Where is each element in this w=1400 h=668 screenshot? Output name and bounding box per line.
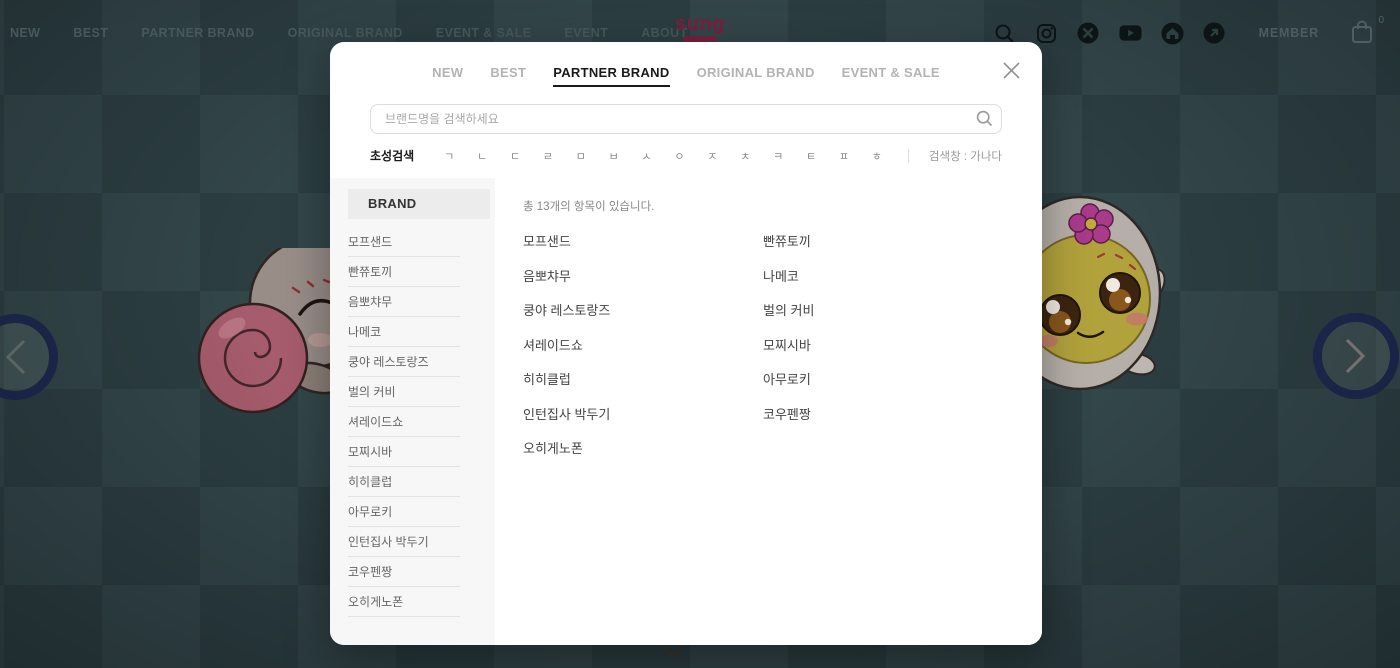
site-logo[interactable]: sung [675,14,725,43]
brand-link-9[interactable]: 히히클럽 [523,369,763,404]
nav-item-partner-brand[interactable]: PARTNER BRAND [141,26,254,40]
chosung-key-12[interactable]: ㅌ [806,148,816,164]
cart-count-badge: 0 [1378,15,1384,26]
chosung-key-10[interactable]: ㅊ [740,148,750,164]
chosung-key-7[interactable]: ㅅ [642,148,652,164]
shopping-bag-icon [1350,19,1374,45]
sidebar-title: BRAND [348,189,490,219]
brand-link-10[interactable]: 아무로키 [763,369,1042,404]
chosung-key-8[interactable]: ㅇ [674,148,684,164]
chosung-search-row: 초성검색 ㄱ ㄴ ㄷ ㄹ ㅁ ㅂ ㅅ ㅇ ㅈ ㅊ ㅋ ㅌ ㅍ ㅎ 검색창 : 가나다 [370,147,1002,164]
chosung-key-3[interactable]: ㄷ [510,148,520,164]
chosung-key-5[interactable]: ㅁ [576,148,586,164]
chosung-key-9[interactable]: ㅈ [707,148,717,164]
brand-grid: 모프샌드빤쮸토끼음뽀챠무나메코쿵야 레스토랑즈벌의 커비셔레이드쇼모찌시바히히클… [523,231,1042,473]
chosung-key-11[interactable]: ㅋ [773,148,783,164]
search-icon [976,110,993,127]
nav-item-event-sale[interactable]: EVENT & SALE [436,26,532,40]
x-twitter-icon[interactable] [1077,22,1100,45]
sidebar-brand-item-1[interactable]: 모프샌드 [348,227,460,257]
chosung-search-label: 초성검색 [370,147,414,164]
search-submit-button[interactable] [976,110,993,132]
sidebar-brand-item-9[interactable]: 히히클럽 [348,467,460,497]
modal-tab-best[interactable]: BEST [490,65,526,87]
brand-search-bar [370,104,1002,134]
result-count-text: 총 13개의 항목이 있습니다. [523,198,1042,214]
modal-close-button[interactable] [1000,59,1022,81]
sidebar-brand-item-4[interactable]: 나메코 [348,317,460,347]
flower-icon [1069,204,1113,244]
chosung-key-1[interactable]: ㄱ [444,148,454,164]
chosung-key-2[interactable]: ㄴ [477,148,487,164]
sidebar-brand-item-11[interactable]: 인턴집사 박두기 [348,527,460,557]
brand-link-4[interactable]: 나메코 [763,266,1042,301]
chosung-divider [908,149,909,163]
chevron-right-icon [1343,336,1369,376]
nav-utility-area: MEMBER 0 [993,0,1376,66]
sidebar-brand-item-5[interactable]: 쿵야 레스토랑즈 [348,347,460,377]
cart-button[interactable]: 0 [1350,19,1376,47]
brand-search-modal: NEW BEST PARTNER BRAND ORIGINAL BRAND EVENT … [330,42,1042,645]
modal-tabs: NEW BEST PARTNER BRAND ORIGINAL BRAND EVENT … [330,42,1042,87]
sidebar-brand-item-12[interactable]: 코우펜짱 [348,557,460,587]
chevron-down-icon [660,644,686,660]
modal-tab-new[interactable]: NEW [432,65,463,87]
brand-link-2[interactable]: 빤쮸토끼 [763,231,1042,266]
carousel-next-button[interactable] [1313,313,1399,399]
chosung-key-14[interactable]: ㅎ [872,148,882,164]
brand-link-6[interactable]: 벌의 커비 [763,300,1042,335]
sidebar-brand-item-10[interactable]: 아무로키 [348,497,460,527]
sidebar-brand-item-7[interactable]: 셔레이드쇼 [348,407,460,437]
scroll-down-hint[interactable] [660,644,686,665]
youtube-icon[interactable] [1119,22,1142,45]
main-nav-items: NEW BEST PARTNER BRAND ORIGINAL BRAND EVENT … [10,26,688,40]
close-icon [1002,61,1021,80]
chosung-key-6[interactable]: ㅂ [609,148,619,164]
sort-order-label: 검색창 : 가나다 [929,148,1002,164]
brand-list-panel: 총 13개의 항목이 있습니다. 모프샌드빤쮸토끼음뽀챠무나메코쿵야 레스토랑즈… [495,178,1042,645]
nav-item-event[interactable]: EVENT [565,26,609,40]
brand-link-5[interactable]: 쿵야 레스토랑즈 [523,300,763,335]
brand-search-input[interactable] [370,104,1002,134]
sidebar-brand-item-3[interactable]: 음뽀챠무 [348,287,460,317]
brand-link-11[interactable]: 인턴집사 박두기 [523,404,763,439]
modal-tab-partner-brand[interactable]: PARTNER BRAND [553,65,669,87]
modal-tab-event-sale[interactable]: EVENT & SALE [842,65,940,87]
instagram-icon[interactable] [1035,22,1058,45]
hooded-face-character-illustration [1040,183,1175,398]
brand-link-7[interactable]: 셔레이드쇼 [523,335,763,370]
home-cafe-icon[interactable] [1161,22,1184,45]
nav-item-new[interactable]: NEW [10,26,40,40]
brand-link-12[interactable]: 코우펜짱 [763,404,1042,439]
blog-link-icon[interactable] [1203,22,1226,45]
sidebar-brand-list: 모프샌드빤쮸토끼음뽀챠무나메코쿵야 레스토랑즈벌의 커비셔레이드쇼모찌시바히히클… [348,227,495,617]
brand-link-3[interactable]: 음뽀챠무 [523,266,763,301]
brand-sidebar: BRAND 모프샌드빤쮸토끼음뽀챠무나메코쿵야 레스토랑즈벌의 커비셔레이드쇼모… [330,178,495,645]
sidebar-brand-item-13[interactable]: 오히게노폰 [348,587,460,617]
chosung-key-4[interactable]: ㄹ [543,148,553,164]
nav-item-original-brand[interactable]: ORIGINAL BRAND [288,26,403,40]
member-link[interactable]: MEMBER [1259,26,1319,40]
sidebar-brand-item-8[interactable]: 모찌시바 [348,437,460,467]
carousel-prev-button[interactable] [0,314,58,400]
modal-tab-original-brand[interactable]: ORIGINAL BRAND [697,65,815,87]
chosung-key-list: ㄱㄴㄷㄹㅁㅂㅅㅇㅈㅊㅋㅌㅍㅎ [444,148,888,164]
brand-link-8[interactable]: 모찌시바 [763,335,1042,370]
chosung-key-13[interactable]: ㅍ [839,148,849,164]
chevron-left-icon [2,337,28,377]
brand-link-13[interactable]: 오히게노폰 [523,438,763,473]
nav-item-best[interactable]: BEST [73,26,108,40]
sidebar-brand-item-2[interactable]: 빤쮸토끼 [348,257,460,287]
modal-body: BRAND 모프샌드빤쮸토끼음뽀챠무나메코쿵야 레스토랑즈벌의 커비셔레이드쇼모… [330,178,1042,645]
sidebar-brand-item-6[interactable]: 벌의 커비 [348,377,460,407]
brand-link-1[interactable]: 모프샌드 [523,231,763,266]
site-logo-text: sung [675,14,725,34]
snail-character-illustration [196,248,336,423]
